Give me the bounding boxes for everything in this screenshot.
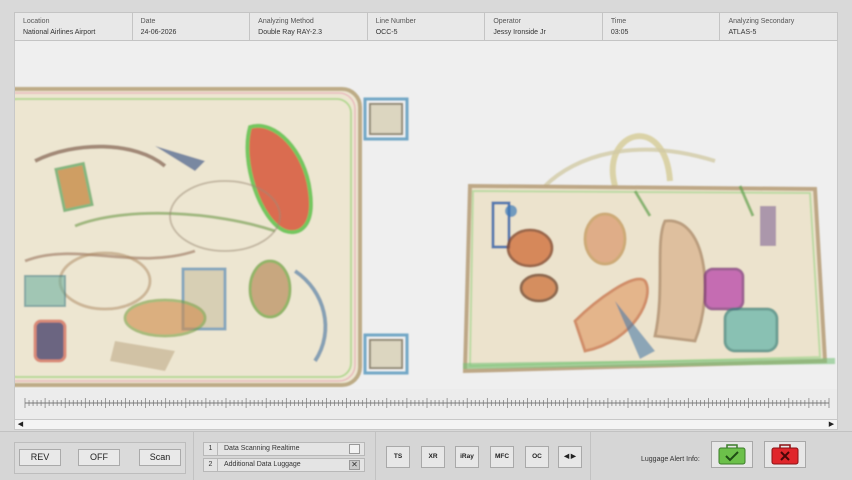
- header-method-label: Analyzing Method: [258, 18, 314, 25]
- tool-oc-button[interactable]: OC: [525, 446, 549, 468]
- tool-iray-button[interactable]: iRay: [455, 446, 479, 468]
- off-button[interactable]: OFF: [78, 449, 120, 466]
- scan-info-header: Location National Airlines Airport Date …: [14, 12, 838, 41]
- option-label: Data Scanning Realtime: [224, 445, 300, 452]
- options-group: 1 Data Scanning Realtime 2 Additional Da…: [203, 442, 365, 474]
- header-time-label: Time: [610, 18, 627, 25]
- header-operator: Operator Jessy Ironside Jr: [485, 13, 603, 40]
- option-number: 2: [204, 459, 218, 471]
- option-number: 1: [204, 443, 218, 455]
- header-operator-label: Operator: [493, 18, 521, 25]
- header-time-value: 03:05: [610, 29, 629, 36]
- header-line-number: Line Number OCC-5: [368, 13, 486, 40]
- header-location: Location National Airlines Airport: [15, 13, 133, 40]
- header-secondary-value: ATLAS-5: [728, 29, 757, 36]
- header-date-label: Date: [140, 18, 156, 25]
- header-secondary: Analyzing Secondary ATLAS-5: [720, 13, 837, 40]
- tool-nav-button[interactable]: ◀ ▶: [558, 446, 582, 468]
- xray-handbag: [462, 133, 836, 374]
- header-line-number-value: OCC-5: [375, 29, 398, 36]
- luggage-ok-button[interactable]: [711, 441, 753, 468]
- rev-button[interactable]: REV: [19, 449, 61, 466]
- option-row-additional-data[interactable]: 2 Additional Data Luggage ✕: [203, 458, 365, 472]
- header-date: Date 24-06-2026: [133, 13, 251, 40]
- xray-scan-image: [15, 87, 836, 387]
- header-secondary-label: Analyzing Secondary: [728, 18, 795, 25]
- luggage-alert-label: Luggage Alert Info:: [641, 456, 700, 463]
- horizontal-scrollbar[interactable]: ◀ ▶: [14, 419, 838, 430]
- scan-button[interactable]: Scan: [139, 449, 181, 466]
- option-checkbox[interactable]: ✕: [349, 460, 360, 470]
- header-time: Time 03:05: [603, 13, 721, 40]
- header-line-number-label: Line Number: [375, 18, 416, 25]
- header-location-label: Location: [23, 18, 50, 25]
- ruler-ticks: [24, 398, 830, 408]
- green-luggage-check-icon: [718, 444, 746, 465]
- header-date-value: 24-06-2026: [140, 29, 177, 36]
- option-label: Additional Data Luggage: [224, 461, 301, 468]
- panel-divider: [193, 432, 194, 480]
- header-location-value: National Airlines Airport: [23, 29, 96, 36]
- scroll-left-icon[interactable]: ◀: [15, 420, 26, 429]
- scroll-right-icon[interactable]: ▶: [826, 420, 837, 429]
- header-method-value: Double Ray RAY-2.3: [258, 29, 322, 36]
- xray-scan-viewport[interactable]: [14, 41, 838, 389]
- panel-divider: [590, 432, 591, 480]
- header-operator-value: Jessy Ironside Jr: [493, 29, 546, 36]
- option-row-realtime[interactable]: 1 Data Scanning Realtime: [203, 442, 365, 456]
- luggage-alarm-button[interactable]: [764, 441, 806, 468]
- option-checkbox[interactable]: [349, 444, 360, 454]
- mode-button-group: REV OFF Scan: [14, 442, 186, 474]
- xray-suitcase: [15, 87, 409, 387]
- red-luggage-x-icon: [771, 444, 799, 465]
- tool-mfc-button[interactable]: MFC: [490, 446, 514, 468]
- panel-divider: [375, 432, 376, 480]
- tool-xr-button[interactable]: XR: [421, 446, 445, 468]
- scan-ruler: [14, 389, 838, 419]
- header-method: Analyzing Method Double Ray RAY-2.3: [250, 13, 368, 40]
- tool-ts-button[interactable]: TS: [386, 446, 410, 468]
